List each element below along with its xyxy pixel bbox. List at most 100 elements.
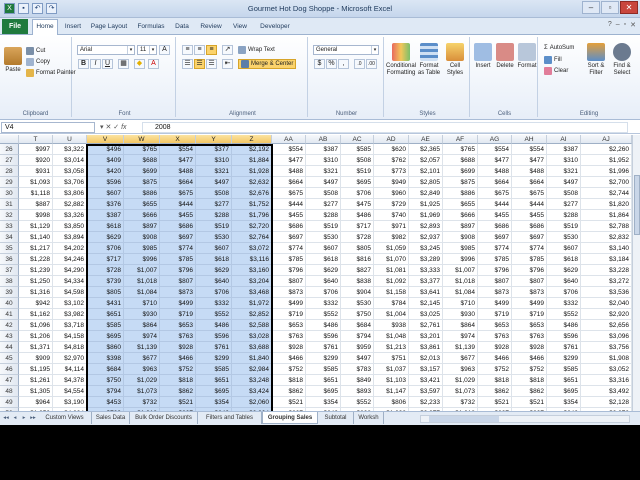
sheet-tab[interactable]: Bulk Order Discounts [130, 412, 198, 424]
row-header[interactable]: 38 [0, 276, 19, 287]
cell[interactable]: $675 [160, 188, 196, 199]
cell[interactable]: $1,371 [19, 342, 53, 353]
cell[interactable]: $862 [272, 386, 306, 397]
cell[interactable]: $807 [512, 276, 547, 287]
cell[interactable]: $521 [512, 397, 547, 408]
cell[interactable]: $607 [547, 243, 581, 254]
cell[interactable]: $585 [341, 144, 374, 155]
cell[interactable]: $697 [512, 232, 547, 243]
underline-icon[interactable]: U [102, 59, 113, 69]
cell[interactable]: $299 [547, 353, 581, 364]
cell[interactable]: $785 [160, 254, 196, 265]
cell[interactable]: $1,129 [19, 221, 53, 232]
cell[interactable]: $1,139 [443, 342, 478, 353]
decrease-decimal-icon[interactable]: .00 [366, 59, 377, 69]
cell[interactable]: $1,158 [374, 287, 409, 298]
cell[interactable]: $1,073 [443, 386, 478, 397]
last-sheet-icon[interactable]: ▸▸ [29, 414, 37, 423]
align-top-icon[interactable]: ≡ [182, 45, 193, 55]
cell[interactable]: $607 [87, 188, 124, 199]
row-header[interactable]: 39 [0, 287, 19, 298]
cell[interactable]: $752 [512, 364, 547, 375]
tab-view[interactable]: View [230, 20, 250, 34]
cut-button[interactable]: Cut [26, 47, 45, 55]
cell[interactable]: $695 [196, 386, 232, 397]
cell[interactable]: $3,025 [409, 309, 443, 320]
cell[interactable]: $3,116 [232, 254, 272, 265]
cell[interactable]: $508 [547, 188, 581, 199]
cell[interactable]: $3,102 [53, 298, 87, 309]
cell[interactable]: $765 [443, 144, 478, 155]
cell[interactable]: $3,096 [581, 331, 632, 342]
cell[interactable]: $596 [196, 331, 232, 342]
cell[interactable]: $963 [124, 364, 160, 375]
cell[interactable]: $2,920 [581, 309, 632, 320]
delete-cells-button[interactable]: Delete [494, 43, 516, 70]
cell[interactable]: $655 [124, 199, 160, 210]
cell[interactable]: $332 [547, 298, 581, 309]
name-box[interactable]: V4 [1, 122, 95, 133]
cell[interactable]: $519 [547, 221, 581, 232]
cell[interactable]: $686 [512, 221, 547, 232]
row-header[interactable]: 28 [0, 166, 19, 177]
cell[interactable]: $444 [160, 199, 196, 210]
cell[interactable]: $3,072 [232, 243, 272, 254]
column-header[interactable]: AG [478, 135, 512, 144]
cell[interactable]: $897 [443, 221, 478, 232]
cell[interactable]: $785 [512, 254, 547, 265]
cell[interactable]: $277 [547, 199, 581, 210]
cell[interactable]: $2,984 [232, 364, 272, 375]
cell[interactable]: $629 [306, 265, 341, 276]
cell[interactable]: $354 [547, 397, 581, 408]
cell[interactable]: $3,597 [409, 386, 443, 397]
cell[interactable]: $706 [547, 287, 581, 298]
percent-icon[interactable]: % [326, 59, 337, 69]
cell[interactable]: $640 [306, 276, 341, 287]
cell[interactable]: $552 [341, 397, 374, 408]
cell-styles-button[interactable]: Cell Styles [442, 43, 468, 77]
cell[interactable]: $719 [478, 309, 512, 320]
cell[interactable]: $354 [196, 397, 232, 408]
cell[interactable]: $2,128 [581, 397, 632, 408]
cell[interactable]: $1,018 [124, 276, 160, 287]
cell[interactable]: $2,744 [581, 188, 632, 199]
wrap-text-button[interactable]: Wrap Text [238, 46, 275, 54]
cell[interactable]: $732 [443, 397, 478, 408]
cell[interactable]: $3,190 [53, 397, 87, 408]
cell[interactable]: $710 [124, 298, 160, 309]
cell[interactable]: $1,004 [374, 309, 409, 320]
cell[interactable]: $3,326 [53, 210, 87, 221]
cell[interactable]: $873 [160, 287, 196, 298]
cell[interactable]: $585 [196, 364, 232, 375]
clear-button[interactable]: Clear [544, 67, 568, 75]
cell[interactable]: $719 [160, 309, 196, 320]
cell[interactable]: $444 [512, 199, 547, 210]
sort-filter-button[interactable]: Sort & Filter [584, 43, 608, 77]
cell[interactable]: $666 [124, 210, 160, 221]
cell[interactable]: $751 [374, 353, 409, 364]
cell[interactable]: $2,764 [232, 232, 272, 243]
cell[interactable]: $893 [341, 386, 374, 397]
column-header[interactable]: AA [272, 135, 306, 144]
cell[interactable]: $3,228 [581, 265, 632, 276]
cell[interactable]: $873 [478, 287, 512, 298]
cell[interactable]: $796 [512, 265, 547, 276]
number-format-combo[interactable]: General ▾ [313, 45, 379, 55]
cell[interactable]: $3,184 [581, 254, 632, 265]
cell[interactable]: $664 [272, 177, 306, 188]
cell[interactable]: $486 [196, 320, 232, 331]
cell[interactable]: $508 [341, 155, 374, 166]
cell[interactable]: $398 [87, 353, 124, 364]
cell[interactable]: $455 [160, 210, 196, 221]
cell[interactable]: $477 [160, 155, 196, 166]
cell[interactable]: $3,204 [232, 276, 272, 287]
bold-icon[interactable]: B [78, 59, 89, 69]
column-header[interactable]: W [124, 135, 160, 144]
align-bottom-icon[interactable]: ≡ [206, 45, 217, 55]
cell[interactable]: $3,982 [53, 309, 87, 320]
cell[interactable]: $773 [374, 166, 409, 177]
cell[interactable]: $886 [443, 188, 478, 199]
cell[interactable]: $496 [87, 144, 124, 155]
tab-formulas[interactable]: Formulas [136, 20, 166, 34]
cell[interactable]: $499 [512, 298, 547, 309]
